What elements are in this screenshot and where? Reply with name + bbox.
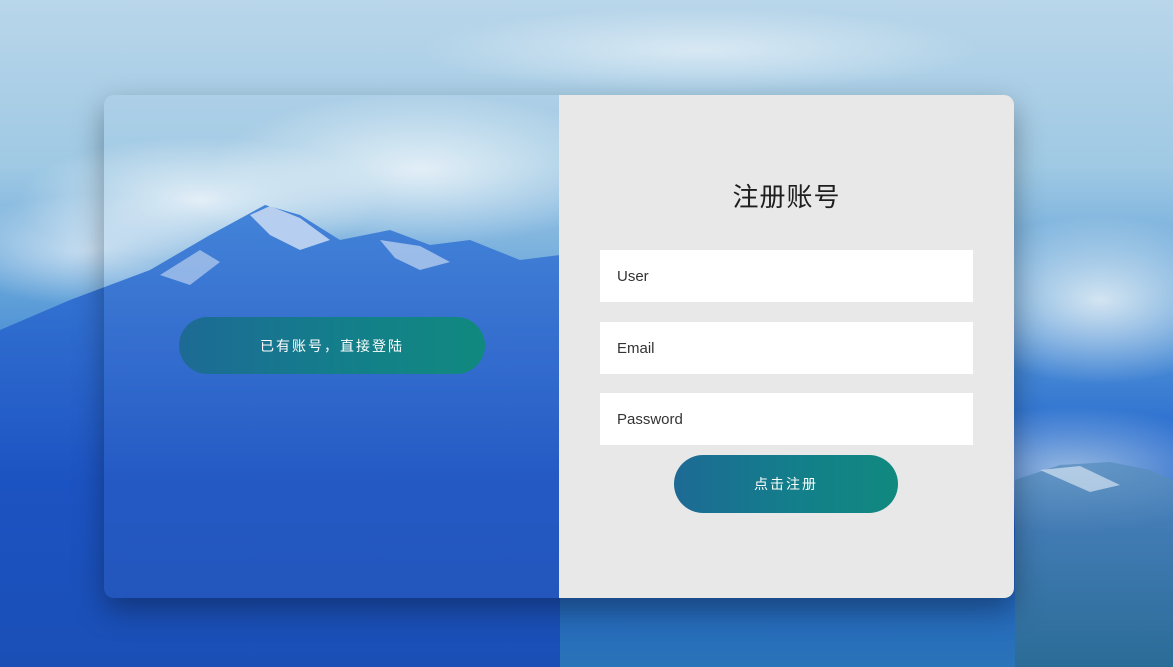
register-form-panel: 注册账号 点击注册 bbox=[559, 95, 1014, 598]
register-button[interactable]: 点击注册 bbox=[674, 455, 898, 513]
register-title: 注册账号 bbox=[732, 183, 841, 213]
auth-card: 已有账号，直接登陆 注册账号 点击注册 bbox=[104, 95, 1014, 598]
login-switch-panel: 已有账号，直接登陆 bbox=[104, 95, 559, 598]
go-to-login-button[interactable]: 已有账号，直接登陆 bbox=[179, 317, 485, 374]
email-input[interactable] bbox=[600, 322, 973, 374]
user-input[interactable] bbox=[600, 250, 973, 302]
password-input[interactable] bbox=[600, 393, 973, 445]
